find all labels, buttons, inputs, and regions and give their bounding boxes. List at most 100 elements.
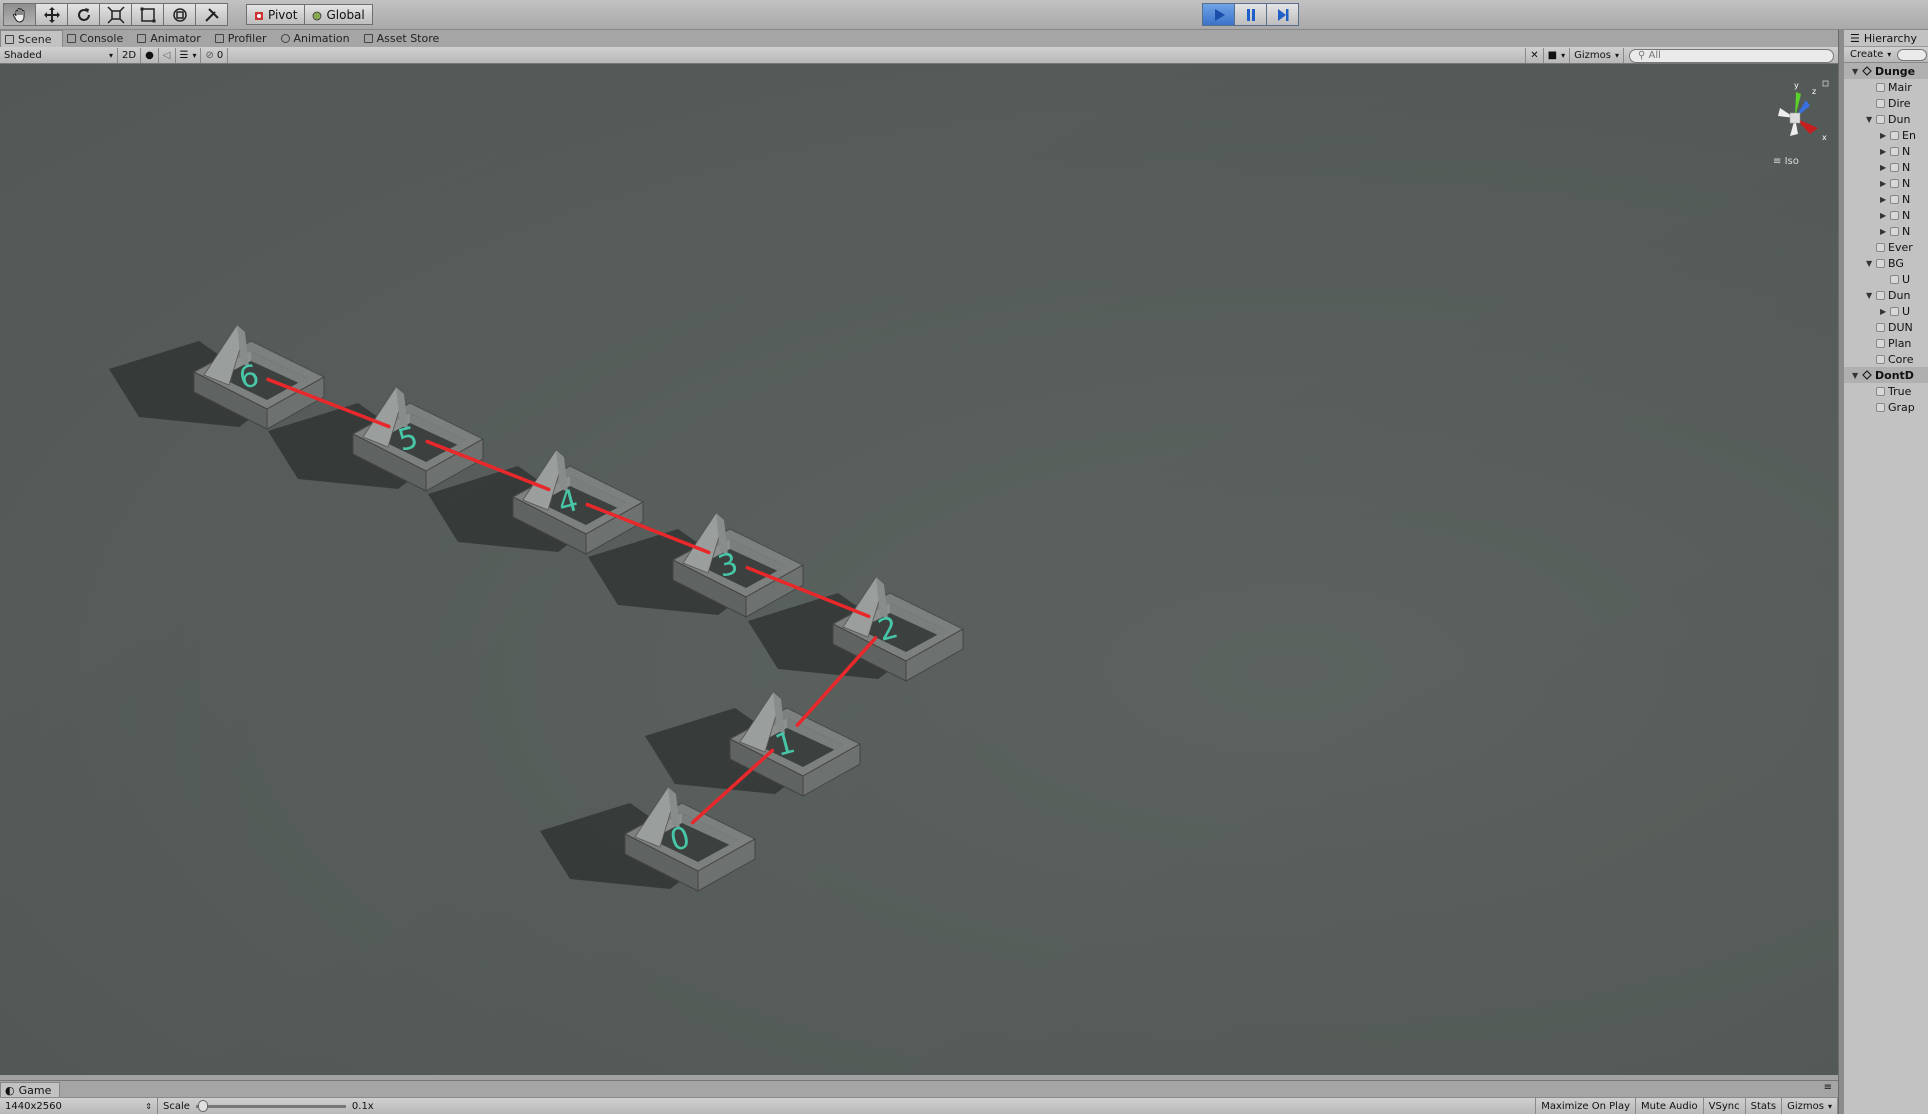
- step-button[interactable]: [1266, 3, 1299, 26]
- custom-tool-button[interactable]: [195, 3, 228, 26]
- gameobject-cube-icon: [1890, 194, 1899, 204]
- hierarchy-item[interactable]: ▶ N: [1844, 143, 1928, 159]
- expand-arrow-icon[interactable]: ▼: [1866, 259, 1876, 268]
- hierarchy-item[interactable]: Ever: [1844, 239, 1928, 255]
- hierarchy-item[interactable]: Core: [1844, 351, 1928, 367]
- hierarchy-item[interactable]: Mair: [1844, 79, 1928, 95]
- collapse-arrow-icon[interactable]: ▶: [1880, 227, 1890, 236]
- scale-value: 0.1x: [351, 1100, 374, 1112]
- scene-viewport[interactable]: 0123456 y z x ≡ Iso: [0, 64, 1838, 1075]
- hierarchy-item[interactable]: ▼ Dun: [1844, 111, 1928, 127]
- hierarchy-item[interactable]: ▶ En: [1844, 127, 1928, 143]
- hierarchy-item[interactable]: DUN: [1844, 319, 1928, 335]
- expand-arrow-icon[interactable]: ▼: [1852, 371, 1862, 380]
- rotate-tool-button[interactable]: [67, 3, 100, 26]
- scale-tool-button[interactable]: [99, 3, 132, 26]
- hierarchy-item[interactable]: ▶ N: [1844, 207, 1928, 223]
- camera-icon: ■: [1547, 49, 1558, 61]
- hierarchy-item[interactable]: U: [1844, 271, 1928, 287]
- lighting-toggle[interactable]: ●: [141, 47, 159, 63]
- collapse-arrow-icon[interactable]: ▶: [1880, 163, 1890, 172]
- scale-slider[interactable]: [195, 1099, 346, 1112]
- transform-tool-button[interactable]: [163, 3, 196, 26]
- gizmos-label: Gizmos: [1574, 49, 1611, 61]
- hierarchy-search-input[interactable]: [1897, 48, 1928, 61]
- stats-toggle[interactable]: Stats: [1746, 1098, 1783, 1114]
- expand-arrow-icon[interactable]: ▼: [1866, 291, 1876, 300]
- scene-search-wrap: ⚲ All: [1624, 48, 1838, 63]
- scale-slider-thumb[interactable]: [197, 1099, 208, 1112]
- hidden-objects-toggle[interactable]: ⊘ 0: [201, 47, 229, 63]
- play-button[interactable]: [1202, 3, 1235, 26]
- hierarchy-item-label: N: [1902, 224, 1911, 238]
- lock-icon[interactable]: [1822, 80, 1829, 87]
- camera-dropdown[interactable]: ■ ▾: [1544, 47, 1571, 63]
- hierarchy-item[interactable]: ▶ N: [1844, 159, 1928, 175]
- pause-button[interactable]: [1234, 3, 1267, 26]
- expand-arrow-icon[interactable]: ▼: [1866, 115, 1876, 124]
- gizmos-dropdown[interactable]: Gizmos ▾: [1570, 47, 1624, 63]
- gizmo-center[interactable]: [1789, 112, 1801, 124]
- pivot-toggle[interactable]: Pivot: [246, 4, 306, 25]
- tools-settings-button[interactable]: ✕: [1525, 47, 1544, 63]
- tab-game[interactable]: ◐ Game: [0, 1082, 61, 1098]
- hierarchy-scene-row[interactable]: ▼ DontD: [1844, 367, 1928, 383]
- collapse-arrow-icon[interactable]: ▶: [1880, 147, 1890, 156]
- hierarchy-item[interactable]: ▼ BG: [1844, 255, 1928, 271]
- move-tool-button[interactable]: [35, 3, 68, 26]
- hierarchy-item[interactable]: Plan: [1844, 335, 1928, 351]
- scene-icon: [5, 34, 14, 44]
- scene-toolbar: Shaded ▾ 2D ● ◁ ☰ ▾ ⊘ 0 ✕ ■ ▾ Gizmos ▾ ⚲ All: [0, 47, 1838, 64]
- 2d-toggle[interactable]: 2D: [118, 47, 142, 63]
- menu-icon: ≡: [1773, 156, 1782, 167]
- vsync-toggle[interactable]: VSync: [1704, 1098, 1746, 1114]
- create-dropdown[interactable]: Create ▾: [1850, 49, 1891, 60]
- main-toolbar: Pivot Global: [0, 0, 1928, 30]
- hierarchy-item[interactable]: ▶ U: [1844, 303, 1928, 319]
- tab-animation[interactable]: Animation: [277, 30, 360, 47]
- panel-menu-icon[interactable]: ≡: [1824, 1082, 1832, 1093]
- scene-search-input[interactable]: ⚲ All: [1629, 48, 1834, 63]
- hierarchy-item[interactable]: Dire: [1844, 95, 1928, 111]
- tab-animator[interactable]: Animator: [133, 30, 211, 47]
- hierarchy-scene-row[interactable]: ▼ Dunge: [1844, 63, 1928, 79]
- chevron-down-icon: ▾: [108, 50, 113, 60]
- search-icon: ⚲: [1638, 49, 1646, 61]
- hierarchy-item[interactable]: ▶ N: [1844, 191, 1928, 207]
- game-gizmos-dropdown[interactable]: Gizmos ▾: [1782, 1098, 1838, 1114]
- global-icon: [312, 10, 322, 20]
- tab-profiler[interactable]: Profiler: [211, 30, 277, 47]
- collapse-arrow-icon[interactable]: ▶: [1880, 307, 1890, 316]
- expand-arrow-icon[interactable]: ▼: [1852, 67, 1862, 76]
- tab-asset-store[interactable]: Asset Store: [360, 30, 450, 47]
- search-placeholder: All: [1648, 49, 1661, 61]
- tab-scene[interactable]: Scene: [0, 30, 63, 47]
- hierarchy-item[interactable]: ▼ Dun: [1844, 287, 1928, 303]
- 2d-label: 2D: [122, 49, 137, 61]
- tab-hierarchy[interactable]: ☰ Hierarchy: [1844, 30, 1928, 47]
- collapse-arrow-icon[interactable]: ▶: [1880, 211, 1890, 220]
- hierarchy-item[interactable]: ▶ N: [1844, 223, 1928, 239]
- audio-toggle[interactable]: ◁: [159, 47, 176, 63]
- mute-audio-toggle[interactable]: Mute Audio: [1636, 1098, 1704, 1114]
- global-toggle[interactable]: Global: [304, 4, 373, 25]
- effects-dropdown[interactable]: ☰ ▾: [176, 47, 202, 63]
- scene-canvas[interactable]: 0123456: [0, 64, 1838, 1075]
- projection-toggle[interactable]: ≡ Iso: [1773, 156, 1799, 167]
- hierarchy-item[interactable]: True: [1844, 383, 1928, 399]
- hand-tool-button[interactable]: [3, 3, 36, 26]
- move-icon: [43, 6, 60, 23]
- collapse-arrow-icon[interactable]: ▶: [1880, 195, 1890, 204]
- hierarchy-item[interactable]: ▶ N: [1844, 175, 1928, 191]
- maximize-on-play-toggle[interactable]: Maximize On Play: [1535, 1098, 1636, 1114]
- rect-tool-button[interactable]: [131, 3, 164, 26]
- orientation-gizmo[interactable]: y z x: [1760, 78, 1830, 148]
- collapse-arrow-icon[interactable]: ▶: [1880, 179, 1890, 188]
- tab-console[interactable]: Console: [63, 30, 134, 47]
- resolution-dropdown[interactable]: 1440x2560 ⇕: [0, 1098, 158, 1114]
- collapse-arrow-icon[interactable]: ▶: [1880, 131, 1890, 140]
- draw-mode-dropdown[interactable]: Shaded ▾: [0, 47, 118, 63]
- hierarchy-item[interactable]: Grap: [1844, 399, 1928, 415]
- hierarchy-item-label: DUN: [1888, 320, 1913, 334]
- rotate-icon: [77, 7, 90, 21]
